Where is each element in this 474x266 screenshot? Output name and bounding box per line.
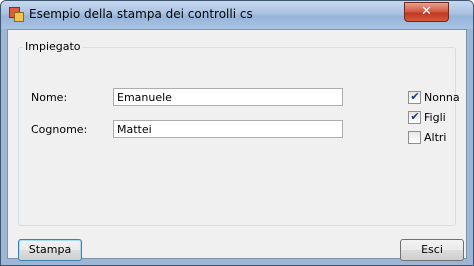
close-button[interactable]: ✕ (404, 2, 449, 22)
surname-label: Cognome: (31, 123, 88, 136)
employee-groupbox: Impiegato Nome: Emanuele Cognome: Mattei… (18, 40, 460, 226)
name-field[interactable]: Emanuele (113, 88, 343, 106)
figli-checkbox-label[interactable]: Figli (424, 111, 446, 124)
checkmark-icon: ✔ (410, 110, 420, 123)
nonna-checkbox-label[interactable]: Nonna (424, 91, 460, 104)
window-title: Esempio della stampa dei controlli cs (29, 7, 253, 21)
figli-checkbox[interactable]: ✔ (408, 110, 421, 124)
close-icon: ✕ (421, 4, 432, 19)
title-bar[interactable]: Esempio della stampa dei controlli cs ✕ (1, 1, 473, 29)
altri-checkbox[interactable] (408, 131, 421, 144)
app-window: Esempio della stampa dei controlli cs ✕ … (0, 0, 474, 266)
nonna-checkbox[interactable]: ✔ (408, 90, 421, 104)
surname-field[interactable]: Mattei (113, 120, 343, 138)
print-button[interactable]: Stampa (18, 239, 82, 261)
groupbox-label: Impiegato (23, 40, 83, 53)
name-label: Nome: (31, 91, 68, 104)
checkmark-icon: ✔ (410, 90, 420, 103)
altri-checkbox-label[interactable]: Altri (424, 131, 446, 144)
form-client-area: Impiegato Nome: Emanuele Cognome: Mattei… (7, 29, 467, 261)
app-icon (9, 7, 24, 22)
exit-button[interactable]: Esci (400, 239, 464, 261)
